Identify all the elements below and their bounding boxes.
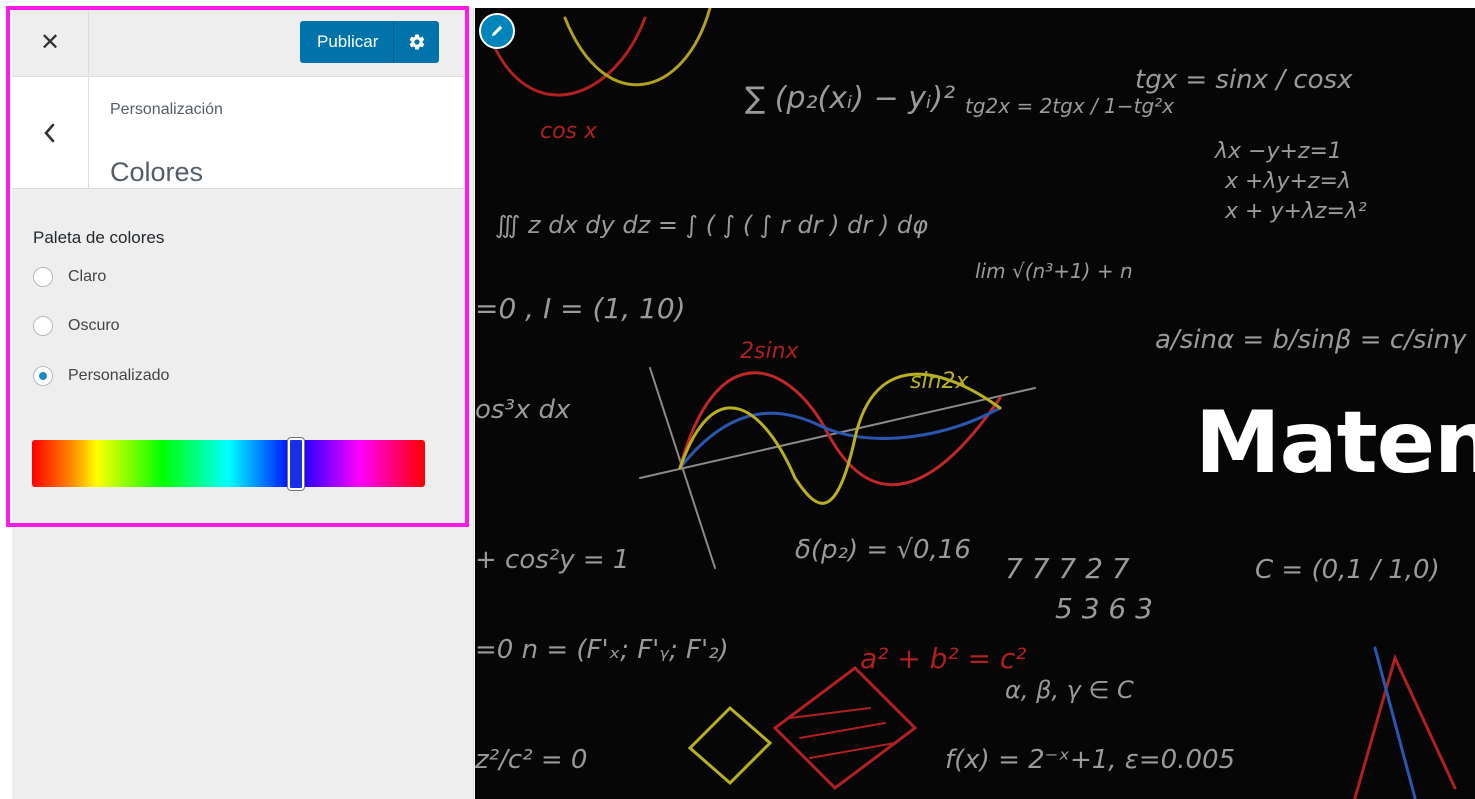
svg-text:5 3 6 3: 5 3 6 3 <box>1055 592 1153 625</box>
palette-label: Paleta de colores <box>33 228 165 247</box>
hue-slider[interactable] <box>32 438 425 490</box>
close-button[interactable]: ✕ <box>12 8 89 76</box>
publish-settings-button[interactable] <box>394 21 440 63</box>
svg-text:=0 , I = (1, 10): =0 , I = (1, 10) <box>475 292 686 325</box>
radio-label: Personalizado <box>68 367 170 384</box>
svg-text:os³x dx: os³x dx <box>475 395 571 425</box>
radio-button[interactable] <box>33 316 53 336</box>
customizer-sidebar: ✕ Publicar Personalización Colores Palet… <box>12 8 474 799</box>
svg-text:f(x) = 2⁻ˣ+1, ε=0.005: f(x) = 2⁻ˣ+1, ε=0.005 <box>945 745 1235 775</box>
svg-text:7 7 7 2 7: 7 7 7 2 7 <box>1005 552 1130 585</box>
svg-text:2sinx: 2sinx <box>740 339 800 364</box>
radio-option-personalizado[interactable]: Personalizado <box>33 366 169 386</box>
breadcrumb: Personalización <box>110 101 223 118</box>
svg-text:α, β, γ ∈ C: α, β, γ ∈ C <box>1005 676 1134 704</box>
chevron-left-icon <box>44 123 55 142</box>
site-preview: ∑ (p₂(xᵢ) − yᵢ)² tg2x = 2tgx / 1−tg²x tg… <box>475 8 1475 799</box>
svg-text:+ cos²y = 1: + cos²y = 1 <box>475 545 629 575</box>
hue-slider-handle[interactable] <box>288 438 304 490</box>
section-title: Colores <box>110 157 204 188</box>
radio-option-oscuro[interactable]: Oscuro <box>33 316 120 336</box>
section-header: Personalización Colores <box>12 77 464 189</box>
svg-text:∭ z dx dy dz = ∫ ( ∫ ( ∫ r dr: ∭ z dx dy dz = ∫ ( ∫ ( ∫ r dr ) dr ) dφ <box>495 211 928 239</box>
radio-option-claro[interactable]: Claro <box>33 267 106 287</box>
svg-text:sin2x: sin2x <box>910 369 970 394</box>
svg-text:C = (0,1 / 1,0): C = (0,1 / 1,0) <box>1255 555 1440 585</box>
svg-text:x + y+λz=λ²: x + y+λz=λ² <box>1224 199 1367 224</box>
svg-text:a² + b² = c²: a² + b² = c² <box>860 642 1027 675</box>
edit-shortcut-button[interactable] <box>479 13 515 49</box>
svg-text:∑ (p₂(xᵢ) − yᵢ)²: ∑ (p₂(xᵢ) − yᵢ)² <box>745 81 955 116</box>
radio-button[interactable] <box>33 267 53 287</box>
svg-text:lim √(n³+1) + n: lim √(n³+1) + n <box>975 259 1133 283</box>
svg-text:δ(p₂) = √0,16: δ(p₂) = √0,16 <box>795 535 971 565</box>
radio-label: Oscuro <box>68 317 120 334</box>
publish-group: Publicar <box>300 21 440 63</box>
preview-heading: Maten <box>1195 393 1475 493</box>
close-icon: ✕ <box>39 28 61 56</box>
radio-button-checked[interactable] <box>33 366 53 386</box>
svg-text:z²/c² = 0: z²/c² = 0 <box>475 745 587 775</box>
svg-text:x +λy+z=λ: x +λy+z=λ <box>1224 169 1351 194</box>
publish-button[interactable]: Publicar <box>300 21 395 63</box>
svg-text:tgx = sinx / cosx: tgx = sinx / cosx <box>1135 65 1353 95</box>
customizer-header: ✕ Publicar <box>12 8 464 77</box>
pencil-icon <box>492 25 503 36</box>
svg-text:λx −y+z=1: λx −y+z=1 <box>1214 139 1342 164</box>
svg-text:=0 n = (F'ₓ; F'ᵧ; F'₂): =0 n = (F'ₓ; F'ᵧ; F'₂) <box>475 635 729 665</box>
svg-text:a/sinα = b/sinβ = c/sinγ: a/sinα = b/sinβ = c/sinγ <box>1155 325 1467 355</box>
settings-gear-icon <box>409 34 425 50</box>
back-button[interactable] <box>12 77 89 188</box>
svg-text:tg2x = 2tgx / 1−tg²x: tg2x = 2tgx / 1−tg²x <box>965 94 1174 118</box>
svg-text:cos x: cos x <box>540 119 598 144</box>
radio-label: Claro <box>68 268 107 285</box>
